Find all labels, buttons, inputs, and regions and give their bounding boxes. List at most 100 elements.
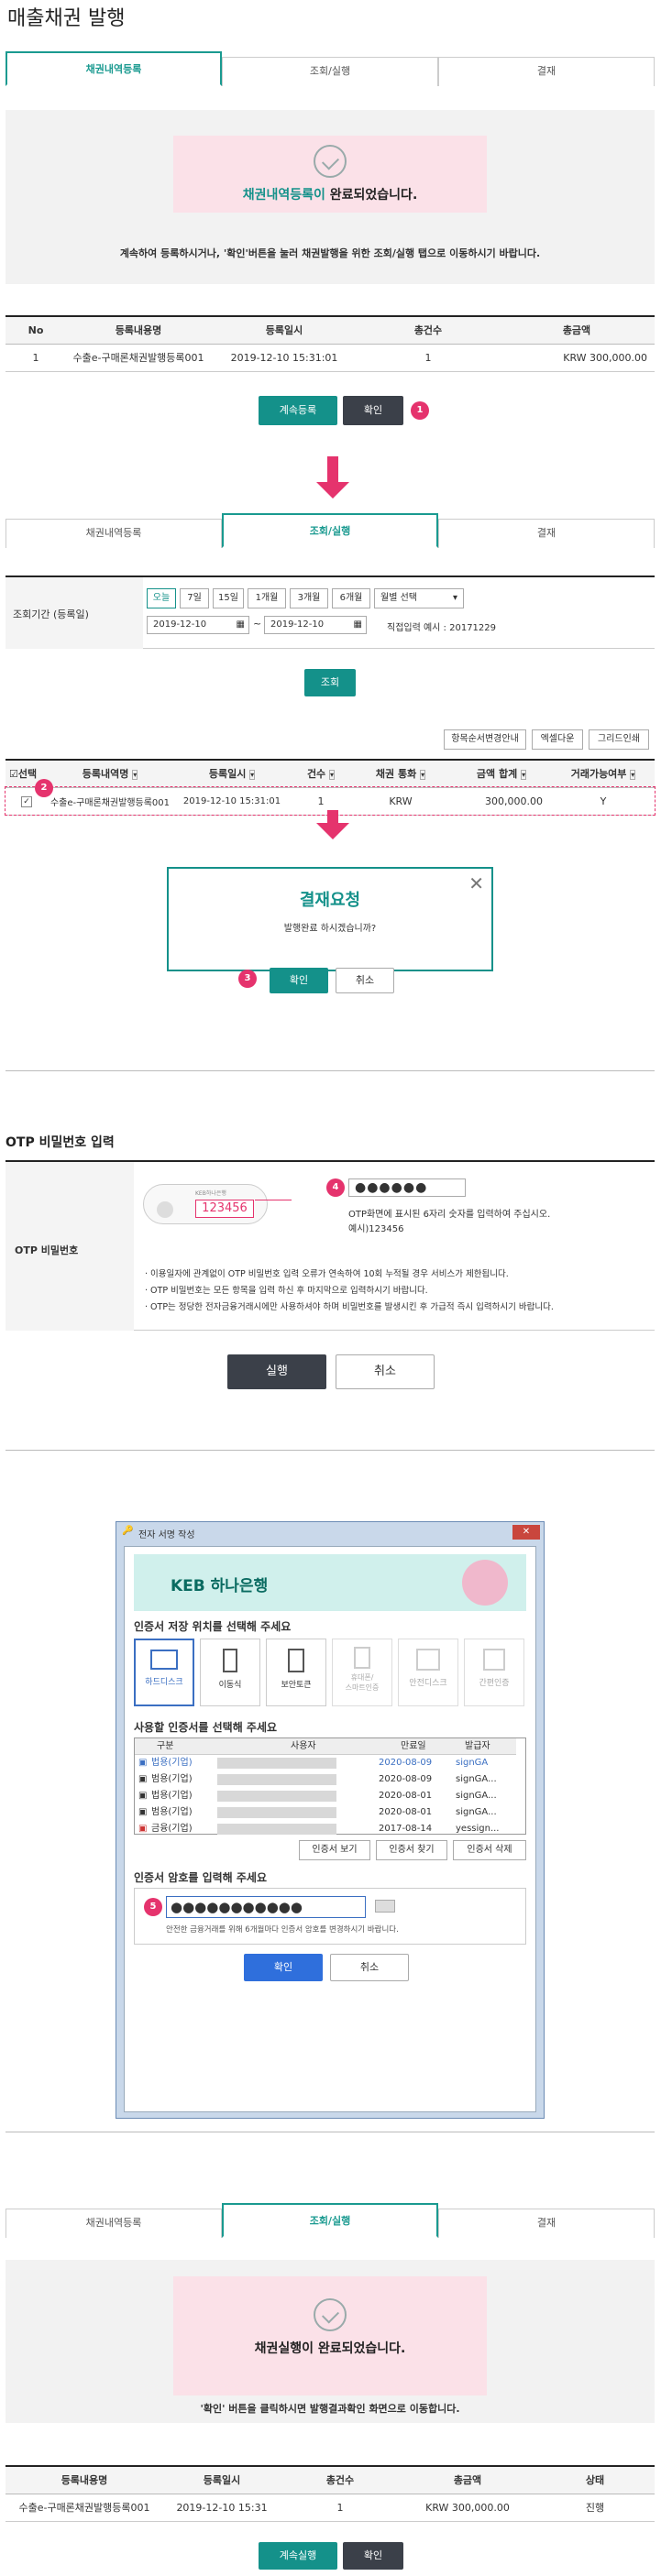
otp-section-title: OTP 비밀번호 입력: [6, 1135, 115, 1150]
tab-register[interactable]: 채권내역등록: [6, 51, 222, 86]
month-select[interactable]: 월별 선택 ▾: [374, 588, 464, 608]
continue-register-button[interactable]: 계속등록: [259, 396, 337, 425]
col-header: 등록일시 ▾: [172, 759, 292, 788]
phone-icon: [354, 1647, 370, 1669]
cert-view-button[interactable]: 인증서 보기: [299, 1840, 370, 1860]
period-3m-button[interactable]: 3개월: [290, 588, 328, 608]
grid-print-button[interactable]: 그리드인쇄: [589, 729, 649, 750]
dialog-cancel-button[interactable]: 취소: [336, 968, 394, 993]
bank-banner: KEB 하나은행: [134, 1554, 526, 1611]
divider: [6, 1070, 655, 1071]
step-badge: 1: [411, 401, 429, 420]
cert-row[interactable]: ▣ 법용(기업) 2020-08-09 signGA: [135, 1755, 516, 1771]
arrow-down-icon: [316, 810, 349, 839]
period-today-button[interactable]: 오늘: [147, 588, 176, 608]
info-text: '확인' 버튼을 클릭하시면 발행결과확인 화면으로 이동합니다.: [200, 2403, 460, 2415]
location-label: 인증서 저장 위치를 선택해 주세요: [134, 1620, 292, 1633]
location-removable[interactable]: 이동식: [200, 1639, 260, 1706]
tab-register[interactable]: 채권내역등록: [6, 519, 222, 548]
col-header: 등록내용명: [6, 2465, 163, 2494]
mascot-image: [462, 1560, 508, 1606]
tab-approval[interactable]: 결재: [438, 57, 655, 86]
excel-download-button[interactable]: 엑셀다운: [532, 729, 583, 750]
table-row: 1 수출e-구매론채권발행등록001 2019-12-10 15:31:01 1…: [6, 344, 655, 372]
cert-row[interactable]: ▣ 법용(기업) 2020-08-01 signGA...: [135, 1788, 516, 1804]
col-header: 금액 합계 ▾: [451, 759, 552, 788]
window-close-button[interactable]: ✕: [512, 1525, 540, 1540]
page-title: 매출채권 발행: [7, 7, 126, 30]
tab-search-execute[interactable]: 조회/실행: [222, 57, 438, 86]
calendar-icon: ▦: [236, 619, 245, 630]
success-message: 채권내역등록이 완료되었습니다.: [242, 188, 418, 203]
tab-approval[interactable]: 결재: [438, 519, 655, 548]
tab-approval[interactable]: 결재: [438, 2209, 655, 2238]
cert-cancel-button[interactable]: 취소: [330, 1954, 409, 1981]
search-button[interactable]: 조회: [304, 669, 356, 696]
tab-register[interactable]: 채권내역등록: [6, 2209, 222, 2238]
cert-row[interactable]: ▣ 범용(기업) 2020-08-09 signGA...: [135, 1771, 516, 1788]
col-header: 상태: [535, 2465, 655, 2494]
execute-button[interactable]: 실행: [227, 1354, 326, 1389]
execution-result-panel: 채권실행이 완료되었습니다. '확인' 버튼을 클릭하시면 발행결과확인 화면으…: [6, 2260, 655, 2423]
otp-note: · OTP는 정당한 전자금융거래시에만 사용하셔야 하며 비밀번호를 발생시킨…: [145, 1302, 554, 1312]
location-phone[interactable]: 휴대폰/ 스마트인증: [332, 1639, 392, 1706]
approval-dialog: ✕ 결재요청 발행완료 하시겠습니까? 확인 취소: [167, 867, 493, 993]
step-badge: 2: [35, 779, 53, 797]
result-table: No 등록내용명 등록일시 총건수 총금액 1 수출e-구매론채권발행등록001…: [6, 315, 655, 372]
cert-delete-button[interactable]: 인증서 삭제: [453, 1840, 526, 1860]
location-safedisk[interactable]: 안전디스크: [398, 1639, 458, 1706]
bank-logo: KEB 하나은행: [171, 1577, 269, 1595]
success-message: 채권실행이 완료되었습니다.: [254, 2341, 406, 2356]
tab-search-execute[interactable]: 조회/실행: [222, 2203, 438, 2238]
column-order-button[interactable]: 항목순서변경안내: [444, 729, 526, 750]
col-header: 건수 ▾: [292, 759, 350, 788]
period-15d-button[interactable]: 15일: [213, 588, 244, 608]
success-box: 채권실행이 완료되었습니다.: [173, 2276, 487, 2395]
cert-find-button[interactable]: 인증서 찾기: [376, 1840, 447, 1860]
col-header: 총금액: [499, 315, 655, 345]
otp-device-image: KEB하나은행 123456: [143, 1184, 268, 1224]
period-6m-button[interactable]: 6개월: [332, 588, 370, 608]
final-confirm-button[interactable]: 확인: [343, 2542, 403, 2570]
keyboard-icon[interactable]: [375, 1900, 395, 1913]
result-panel: 채권내역등록이 완료되었습니다. 계속하여 등록하시거나, '확인'버튼을 눌러…: [6, 110, 655, 284]
otp-cancel-button[interactable]: 취소: [336, 1354, 435, 1389]
check-icon: [173, 145, 487, 178]
success-box: 채권내역등록이 완료되었습니다.: [173, 136, 487, 213]
period-7d-button[interactable]: 7일: [180, 588, 209, 608]
otp-form: OTP 비밀번호 KEB하나은행 123456 4 ●●●●●● OTP화면에 …: [6, 1160, 655, 1331]
continue-execute-button[interactable]: 계속실행: [259, 2542, 337, 2570]
col-header: 총건수: [281, 2465, 400, 2494]
otp-example: 예시)123456: [348, 1224, 404, 1234]
otp-input[interactable]: ●●●●●●: [348, 1178, 466, 1197]
col-header: 등록일시: [163, 2465, 281, 2494]
disk-icon: [416, 1649, 440, 1671]
cert-password-input[interactable]: ●●●●●●●●●●●: [166, 1896, 366, 1918]
period-1m-button[interactable]: 1개월: [248, 588, 286, 608]
location-simple[interactable]: 간편인증: [464, 1639, 524, 1706]
cert-row[interactable]: ▣ 범용(기업) 2020-08-01 signGA...: [135, 1804, 516, 1821]
lock-icon: [288, 1649, 304, 1672]
confirm-button[interactable]: 확인: [343, 396, 403, 425]
date-from-input[interactable]: 2019-12-10 ▦: [147, 616, 249, 634]
step-badge: 5: [144, 1898, 162, 1916]
tab-search-execute[interactable]: 조회/실행: [222, 513, 438, 548]
location-token[interactable]: 보안토큰: [266, 1639, 326, 1706]
cert-row[interactable]: ▣ 금융(기업) 2017-08-14 yessign...: [135, 1821, 516, 1837]
cert-titlebar: 🔑 전자 서명 작성 ✕: [116, 1522, 544, 1542]
direct-input-hint: 직접입력 예시 : 20171229: [387, 623, 497, 633]
col-header: No: [6, 315, 66, 345]
col-header: 총금액: [400, 2465, 535, 2494]
col-header: 등록내용명: [66, 315, 211, 345]
dialog-confirm-button[interactable]: 확인: [270, 968, 328, 993]
col-header: 채권 통화 ▾: [350, 759, 451, 788]
otp-note: · 이용일자에 관계없이 OTP 비밀번호 입력 오류가 연속하여 10회 누적…: [145, 1269, 509, 1279]
period-label: 조회기간 (등록일): [13, 608, 89, 620]
col-header: 등록내역명 ▾: [48, 759, 172, 788]
step-badge: 3: [238, 970, 257, 988]
date-to-input[interactable]: 2019-12-10 ▦: [264, 616, 367, 634]
location-harddisk[interactable]: 하드디스크: [134, 1639, 194, 1706]
cert-confirm-button[interactable]: 확인: [244, 1954, 323, 1981]
search-form: 조회기간 (등록일) 오늘 7일 15일 1개월 3개월 6개월 월별 선택 ▾ …: [6, 575, 655, 649]
col-header: 등록일시: [211, 315, 358, 345]
